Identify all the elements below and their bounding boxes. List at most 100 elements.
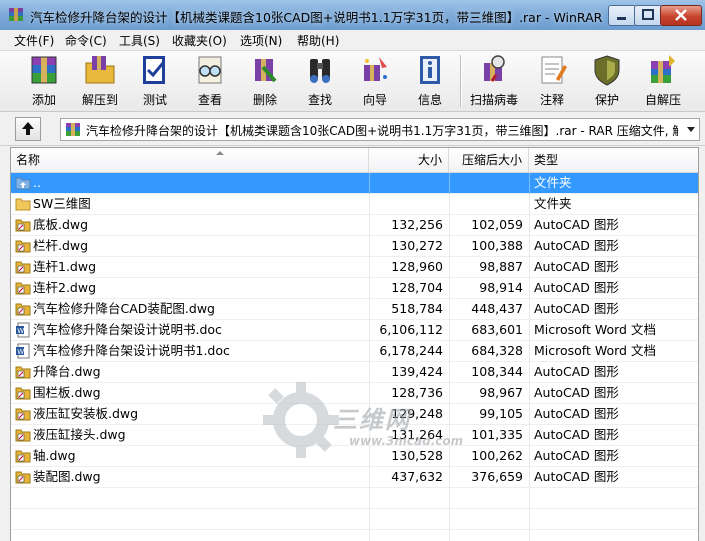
- file-packed-size: 684,328: [471, 343, 523, 358]
- info-icon: [420, 56, 440, 84]
- address-field[interactable]: 汽车检修升降台架的设计【机械类课题含10张CAD图+说明书1.1万字31页，带三…: [60, 118, 700, 141]
- file-name: 栏杆.dwg: [33, 238, 89, 253]
- winrar-app-icon: [9, 8, 23, 21]
- file-row[interactable]: 装配图.dwg 437,632 376,659 AutoCAD 图形: [11, 467, 698, 488]
- file-packed-size: 98,914: [479, 280, 523, 295]
- file-size: 128,704: [391, 280, 443, 295]
- menu-favorites[interactable]: 收藏夹(O): [172, 32, 227, 49]
- file-list[interactable]: 名称 大小 压缩后大小 类型 .. 文件夹 SW三维图 文件夹 底板.dwg 132,25…: [10, 147, 699, 541]
- file-name: ..: [33, 175, 41, 190]
- wizard-label: 向导: [362, 93, 387, 107]
- chevron-down-icon: [687, 127, 695, 132]
- view-label: 查看: [197, 93, 222, 107]
- column-divider: [449, 509, 450, 530]
- file-name: 围栏板.dwg: [33, 385, 101, 400]
- test-button[interactable]: 测试: [130, 51, 180, 111]
- file-row[interactable]: 栏杆.dwg 130,272 100,388 AutoCAD 图形: [11, 236, 698, 257]
- file-row[interactable]: SW三维图 文件夹: [11, 194, 698, 215]
- file-packed-size: 108,344: [471, 364, 523, 379]
- up-folder-button[interactable]: [15, 117, 41, 141]
- file-type: 文件夹: [534, 196, 572, 211]
- menu-help[interactable]: 帮助(H): [297, 32, 339, 49]
- extract-to-button[interactable]: 解压到: [75, 51, 125, 111]
- file-row[interactable]: 升降台.dwg 139,424 108,344 AutoCAD 图形: [11, 362, 698, 383]
- file-row[interactable]: 液压缸安装板.dwg 129,248 99,105 AutoCAD 图形: [11, 404, 698, 425]
- file-row[interactable]: 液压缸接头.dwg 131,264 101,335 AutoCAD 图形: [11, 425, 698, 446]
- sort-ascending-icon: [216, 151, 224, 155]
- file-packed-size: 99,105: [479, 406, 523, 421]
- sfx-button[interactable]: 自解压: [638, 51, 688, 111]
- column-header-packed[interactable]: 压缩后大小: [449, 148, 529, 172]
- column-divider: [529, 530, 530, 541]
- find-label: 查找: [307, 93, 332, 107]
- column-divider: [529, 488, 530, 509]
- close-button[interactable]: [660, 5, 702, 26]
- address-dropdown-button[interactable]: [683, 119, 699, 140]
- virus-scan-button[interactable]: 扫描病毒: [469, 51, 519, 111]
- wizard-button[interactable]: 向导: [350, 51, 400, 111]
- sfx-label: 自解压: [644, 93, 681, 107]
- file-type: AutoCAD 图形: [534, 217, 619, 232]
- file-size: 131,264: [391, 427, 443, 442]
- column-header-name[interactable]: 名称: [11, 148, 369, 172]
- file-row[interactable]: W 汽车检修升降台架设计说明书.doc 6,106,112 683,601 Micros…: [11, 320, 698, 341]
- file-type: AutoCAD 图形: [534, 469, 619, 484]
- file-row[interactable]: .. 文件夹: [11, 173, 698, 194]
- window-title: 汽车检修升降台架的设计【机械类课题含10张CAD图+说明书1.1万字31页，带三…: [30, 10, 603, 25]
- comment-label: 注释: [539, 93, 564, 107]
- info-label: 信息: [417, 93, 442, 107]
- minimize-button[interactable]: [608, 5, 636, 26]
- file-row[interactable]: 连杆1.dwg 128,960 98,887 AutoCAD 图形: [11, 257, 698, 278]
- file-row[interactable]: 汽车检修升降台CAD装配图.dwg 518,784 448,437 AutoCAD 图…: [11, 299, 698, 320]
- file-packed-size: 100,388: [471, 238, 523, 253]
- column-size-label: 大小: [417, 153, 442, 167]
- protect-button[interactable]: 保护: [582, 51, 632, 111]
- file-packed-size: 448,437: [471, 301, 523, 316]
- file-type: Microsoft Word 文档: [534, 343, 656, 358]
- column-header-size[interactable]: 大小: [369, 148, 449, 172]
- delete-icon: [255, 59, 277, 83]
- file-type: AutoCAD 图形: [534, 448, 619, 463]
- file-name: 升降台.dwg: [33, 364, 101, 379]
- file-packed-size: [449, 194, 529, 215]
- file-type: AutoCAD 图形: [534, 364, 619, 379]
- title-bar[interactable]: 汽车检修升降台架的设计【机械类课题含10张CAD图+说明书1.1万字31页，带三…: [0, 0, 705, 31]
- file-packed-size: 683,601: [471, 322, 523, 337]
- toolbar-separator: [460, 55, 462, 107]
- file-name: 装配图.dwg: [33, 469, 101, 484]
- file-size: [369, 173, 449, 194]
- maximize-button[interactable]: [634, 5, 662, 26]
- menu-options[interactable]: 选项(N): [240, 32, 282, 49]
- file-row[interactable]: 轴.dwg 130,528 100,262 AutoCAD 图形: [11, 446, 698, 467]
- test-check-icon: [143, 56, 165, 84]
- menu-commands[interactable]: 命令(C): [65, 32, 107, 49]
- add-button[interactable]: 添加: [19, 51, 69, 111]
- column-header-type[interactable]: 类型: [529, 148, 698, 172]
- extract-to-label: 解压到: [81, 93, 118, 107]
- file-row[interactable]: 底板.dwg 132,256 102,059 AutoCAD 图形: [11, 215, 698, 236]
- file-type: AutoCAD 图形: [534, 406, 619, 421]
- find-button[interactable]: 查找: [295, 51, 345, 111]
- column-divider: [369, 488, 370, 509]
- add-label: 添加: [31, 93, 56, 107]
- delete-button[interactable]: 删除: [240, 51, 290, 111]
- menu-tools[interactable]: 工具(S): [119, 32, 160, 49]
- extract-folder-icon: [85, 56, 115, 84]
- wizard-icon: [364, 57, 387, 81]
- sfx-archive-icon: [651, 55, 675, 83]
- file-type: AutoCAD 图形: [534, 238, 619, 253]
- file-type: 文件夹: [534, 175, 572, 190]
- menu-file[interactable]: 文件(F): [14, 32, 54, 49]
- file-type: AutoCAD 图形: [534, 259, 619, 274]
- file-row[interactable]: W 汽车检修升降台架设计说明书1.doc 6,178,244 684,328 Micro…: [11, 341, 698, 362]
- info-button[interactable]: 信息: [405, 51, 455, 111]
- file-row[interactable]: 连杆2.dwg 128,704 98,914 AutoCAD 图形: [11, 278, 698, 299]
- test-label: 测试: [142, 93, 167, 107]
- view-button[interactable]: 查看: [185, 51, 235, 111]
- comment-button[interactable]: 注释: [527, 51, 577, 111]
- file-size: 130,272: [391, 238, 443, 253]
- file-packed-size: 102,059: [471, 217, 523, 232]
- column-name-label: 名称: [16, 153, 41, 167]
- file-row[interactable]: 围栏板.dwg 128,736 98,967 AutoCAD 图形: [11, 383, 698, 404]
- file-size: 128,736: [391, 385, 443, 400]
